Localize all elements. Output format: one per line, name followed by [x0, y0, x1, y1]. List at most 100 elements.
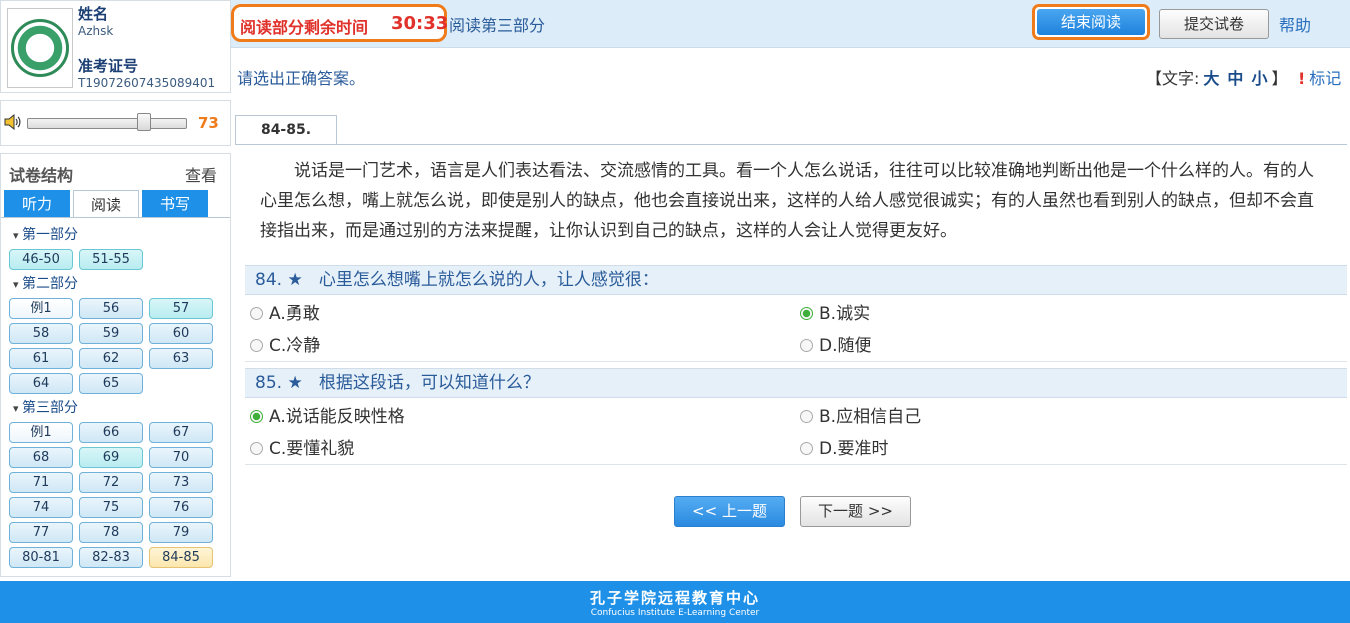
- question-84-text: 心里怎么想嘴上就怎么说的人，让人感觉很：: [318, 270, 659, 290]
- question-nav-button[interactable]: 61: [9, 348, 73, 369]
- q84-option-a[interactable]: A.勇敢: [250, 302, 320, 326]
- q85-option-c[interactable]: C.要懂礼貌: [250, 437, 354, 461]
- divider: [245, 464, 1347, 465]
- question-nav-button[interactable]: 80-81: [9, 547, 73, 568]
- name-label: 姓名: [78, 5, 109, 23]
- question-nav-button[interactable]: 63: [149, 348, 213, 369]
- q85-option-b[interactable]: B.应相信自己: [800, 405, 921, 429]
- question-nav-button[interactable]: 62: [79, 348, 143, 369]
- radio-icon[interactable]: [800, 339, 813, 352]
- question-nav-button[interactable]: 84-85: [149, 547, 213, 568]
- radio-icon[interactable]: [800, 410, 813, 423]
- question-nav-button[interactable]: 76: [149, 497, 213, 518]
- question-nav-button[interactable]: 75: [79, 497, 143, 518]
- text-size-small[interactable]: 小: [1251, 69, 1267, 88]
- top-bar: 阅读部分剩余时间 30:33 阅读第三部分 结束阅读 提交试卷 帮助: [231, 0, 1350, 48]
- paper-structure-panel: 试卷结构 查看 听力 阅读 书写 第一部分 46-50 51-55第二部分例1 56 5…: [0, 153, 231, 577]
- radio-icon[interactable]: [800, 442, 813, 455]
- volume-slider-handle[interactable]: [137, 113, 151, 131]
- q85-option-c-label: C.要懂礼貌: [269, 439, 355, 459]
- section-heading[interactable]: 第一部分: [13, 224, 78, 244]
- question-nav-button[interactable]: 82-83: [79, 547, 143, 568]
- question-85-text: 根据这段话，可以知道什么？: [318, 373, 540, 393]
- timer-value: 30:33: [391, 13, 449, 34]
- help-link[interactable]: 帮助: [1279, 12, 1311, 36]
- question-nav-button[interactable]: 59: [79, 323, 143, 344]
- volume-control: 73: [0, 100, 231, 146]
- tab-divider: [1, 217, 230, 218]
- tab-listening[interactable]: 听力: [4, 190, 70, 218]
- text-size-suffix: 】: [1271, 69, 1288, 88]
- question-nav-button[interactable]: 66: [79, 422, 143, 443]
- submit-exam-button[interactable]: 提交试卷: [1159, 9, 1269, 39]
- question-nav-button[interactable]: 67: [149, 422, 213, 443]
- q85-option-d[interactable]: D.要准时: [800, 437, 889, 461]
- q84-option-b[interactable]: B.诚实: [800, 302, 870, 326]
- question-nav-button[interactable]: 64: [9, 373, 73, 394]
- question-nav-button[interactable]: 70: [149, 447, 213, 468]
- question-84-star-icon[interactable]: ★: [287, 270, 302, 290]
- question-nav-button[interactable]: 71: [9, 472, 73, 493]
- name-value: Azhsk: [78, 24, 114, 38]
- text-size-medium[interactable]: 中: [1227, 69, 1243, 88]
- q84-option-d-label: D.随便: [819, 336, 872, 356]
- section-heading[interactable]: 第二部分: [13, 273, 78, 293]
- question-nav-button[interactable]: 例1: [9, 422, 73, 443]
- question-nav-button[interactable]: 72: [79, 472, 143, 493]
- question-nav-button[interactable]: 77: [9, 522, 73, 543]
- radio-checked-icon[interactable]: [800, 307, 813, 320]
- timer-label: 阅读部分剩余时间: [240, 18, 369, 37]
- q85-option-a-label: A.说话能反映性格: [269, 407, 405, 427]
- question-nav-button[interactable]: 58: [9, 323, 73, 344]
- passage-tab[interactable]: 84-85.: [235, 115, 337, 145]
- instruction-text: 请选出正确答案。: [237, 69, 366, 88]
- question-nav-button[interactable]: 69: [79, 447, 143, 468]
- tab-writing[interactable]: 书写: [142, 190, 208, 218]
- q85-option-b-label: B.应相信自己: [819, 407, 922, 427]
- text-size-prefix: 【文字:: [1146, 69, 1200, 88]
- mark-button[interactable]: ! 标记: [1298, 65, 1341, 89]
- radio-icon[interactable]: [250, 442, 263, 455]
- question-nav-button[interactable]: 56: [79, 298, 143, 319]
- q84-option-a-label: A.勇敢: [269, 304, 320, 324]
- question-nav-button[interactable]: 79: [149, 522, 213, 543]
- next-question-button[interactable]: 下一题 >>: [800, 496, 911, 527]
- radio-icon[interactable]: [250, 307, 263, 320]
- question-nav-button[interactable]: 例1: [9, 298, 73, 319]
- question-nav-button[interactable]: 68: [9, 447, 73, 468]
- question-85-header: 85. ★ 根据这段话，可以知道什么？: [245, 368, 1347, 398]
- divider: [245, 361, 1347, 362]
- q84-option-c[interactable]: C.冷静: [250, 334, 320, 358]
- q85-option-a[interactable]: A.说话能反映性格: [250, 405, 405, 429]
- text-size-large[interactable]: 大: [1203, 69, 1219, 88]
- exam-app: 姓名 Azhsk 准考证号 T19072607435089401 73 试卷结构…: [0, 0, 1350, 623]
- radio-icon[interactable]: [250, 339, 263, 352]
- question-84-number: 84.: [255, 270, 283, 290]
- structure-view-link[interactable]: 查看: [185, 162, 217, 186]
- timer-box: 阅读部分剩余时间 30:33: [231, 4, 449, 42]
- radio-checked-icon[interactable]: [250, 410, 263, 423]
- question-nav-button[interactable]: 74: [9, 497, 73, 518]
- question-nav-button[interactable]: 51-55: [79, 249, 143, 270]
- q84-option-d[interactable]: D.随便: [800, 334, 872, 358]
- candidate-profile: 姓名 Azhsk 准考证号 T19072607435089401: [0, 0, 231, 93]
- q84-option-c-label: C.冷静: [269, 336, 321, 356]
- prev-question-button[interactable]: << 上一题: [674, 496, 785, 527]
- reading-passage: 说话是一门艺术，语言是人们表达看法、交流感情的工具。看一个人怎么说话，往往可以比…: [260, 156, 1330, 246]
- question-85-star-icon[interactable]: ★: [287, 373, 302, 393]
- question-nav-button[interactable]: 46-50: [9, 249, 73, 270]
- q84-option-b-label: B.诚实: [819, 304, 871, 324]
- end-reading-label[interactable]: 结束阅读: [1037, 9, 1145, 35]
- end-reading-button[interactable]: 结束阅读: [1032, 4, 1150, 40]
- speaker-icon[interactable]: [4, 114, 22, 130]
- section-heading[interactable]: 第三部分: [13, 397, 78, 417]
- question-nav-button[interactable]: 65: [79, 373, 143, 394]
- question-nav-button[interactable]: 78: [79, 522, 143, 543]
- passage-tab-divider: [235, 144, 1347, 145]
- question-nav-button[interactable]: 57: [149, 298, 213, 319]
- question-nav-button[interactable]: 73: [149, 472, 213, 493]
- tab-reading[interactable]: 阅读: [73, 190, 139, 218]
- volume-slider[interactable]: [27, 118, 187, 129]
- question-nav-button[interactable]: 60: [149, 323, 213, 344]
- question-84-header: 84. ★ 心里怎么想嘴上就怎么说的人，让人感觉很：: [245, 265, 1347, 295]
